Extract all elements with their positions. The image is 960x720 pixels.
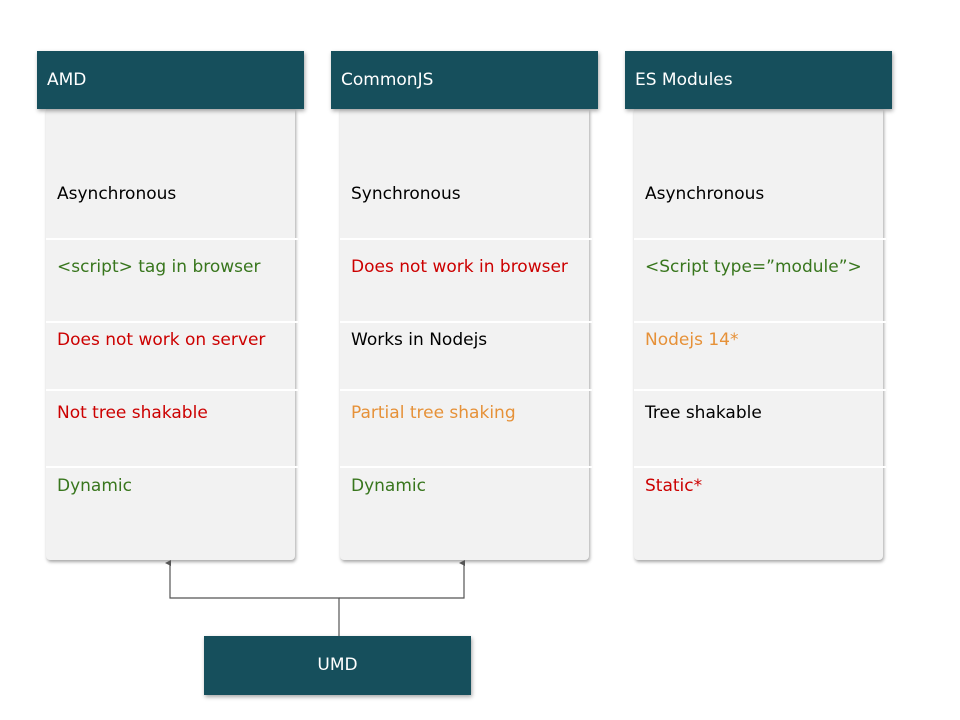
- umd-box: UMD: [204, 636, 471, 695]
- umd-connector: [165, 560, 465, 636]
- connector-line-amd: [165, 560, 340, 636]
- connector-line-commonjs: [339, 560, 465, 599]
- umd-label: UMD: [317, 655, 358, 675]
